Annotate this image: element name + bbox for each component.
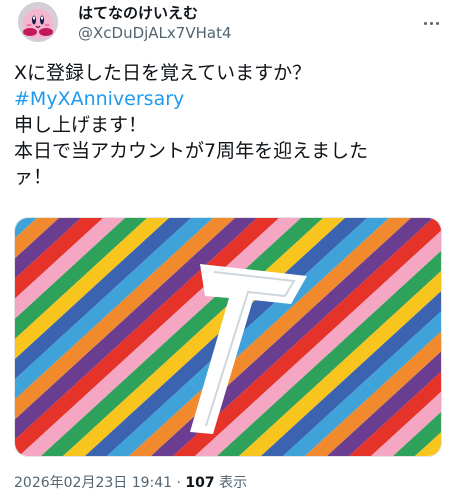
stripes-graphic: 7	[15, 218, 441, 456]
tweet-line: ァ！	[14, 166, 53, 188]
hashtag-link[interactable]: #MyXAnniversary	[14, 86, 444, 112]
meta-separator: ·	[172, 475, 186, 491]
author-display-name[interactable]: はてなのけいえむ	[78, 2, 198, 23]
anniversary-image[interactable]: 7	[14, 217, 442, 457]
tweet-text: Xに登録した日を覚えていますか？ #MyXAnniversary 申し上げます！…	[14, 60, 444, 190]
tweet-line: Xに登録した日を覚えていますか？	[14, 62, 312, 84]
more-options-icon[interactable]	[420, 12, 442, 34]
tweet-line: 申し上げます！	[14, 114, 148, 136]
tweet-datetime[interactable]: 2026年02月23日 19:41	[14, 475, 172, 491]
avatar[interactable]	[18, 2, 58, 42]
tweet-meta: 2026年02月23日 19:41 · 107 表示	[14, 472, 247, 492]
more-dot	[423, 21, 427, 25]
tweet-line: 本日で当アカウントが7周年を迎えました	[14, 140, 369, 162]
views-label: 表示	[214, 475, 248, 491]
author-handle[interactable]: @XcDuDjALx7VHat4	[78, 24, 232, 42]
kirby-avatar-icon	[18, 2, 58, 42]
more-dot	[435, 21, 439, 25]
views-count: 107	[185, 475, 215, 491]
more-dot	[429, 21, 433, 25]
